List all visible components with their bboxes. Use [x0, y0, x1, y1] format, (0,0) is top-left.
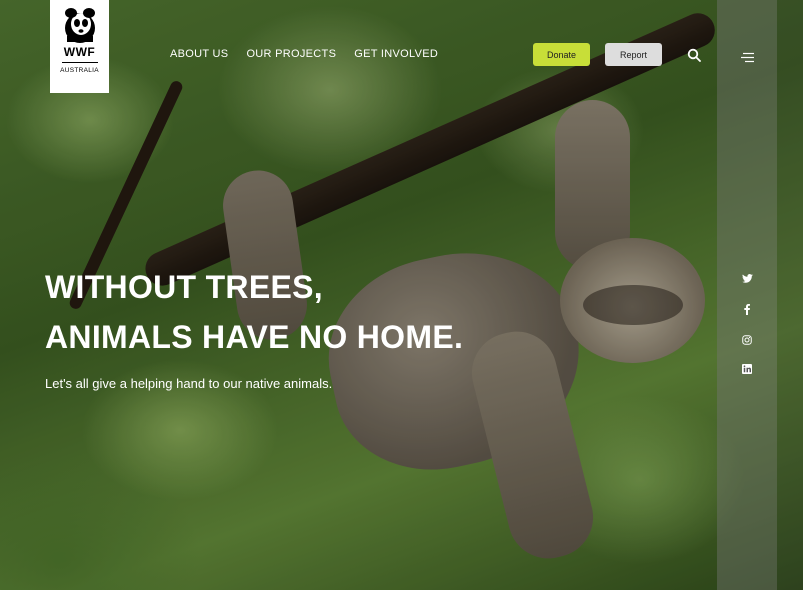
logo-divider — [61, 62, 98, 63]
donate-button[interactable]: Donate — [533, 43, 590, 66]
headline-line-2: ANIMALS HAVE NO HOME. — [45, 319, 464, 355]
report-button[interactable]: Report — [605, 43, 662, 66]
logo-country: AUSTRALIA — [60, 67, 99, 74]
hamburger-menu-icon[interactable] — [741, 50, 754, 63]
panda-icon — [60, 6, 100, 44]
twitter-icon[interactable] — [741, 272, 753, 284]
logo-brand: WWF — [63, 45, 96, 59]
hero-headline: WITHOUT TREES, ANIMALS HAVE NO HOME. — [45, 262, 463, 362]
right-edge-strip — [777, 0, 803, 590]
search-icon[interactable] — [687, 48, 701, 62]
headline-line-1: WITHOUT TREES, — [45, 269, 323, 305]
hero-subtitle: Let's all give a helping hand to our nat… — [45, 376, 333, 391]
nav-about-us[interactable]: ABOUT US — [170, 48, 228, 60]
linkedin-icon[interactable] — [741, 363, 753, 375]
nav-get-involved[interactable]: GET INVOLVED — [354, 48, 438, 60]
facebook-icon[interactable] — [741, 303, 753, 315]
main-nav: ABOUT US OUR PROJECTS GET INVOLVED — [170, 48, 438, 60]
instagram-icon[interactable] — [741, 334, 753, 346]
right-sidebar — [717, 0, 777, 590]
wwf-logo[interactable]: WWF AUSTRALIA — [50, 0, 109, 93]
nav-our-projects[interactable]: OUR PROJECTS — [246, 48, 336, 60]
